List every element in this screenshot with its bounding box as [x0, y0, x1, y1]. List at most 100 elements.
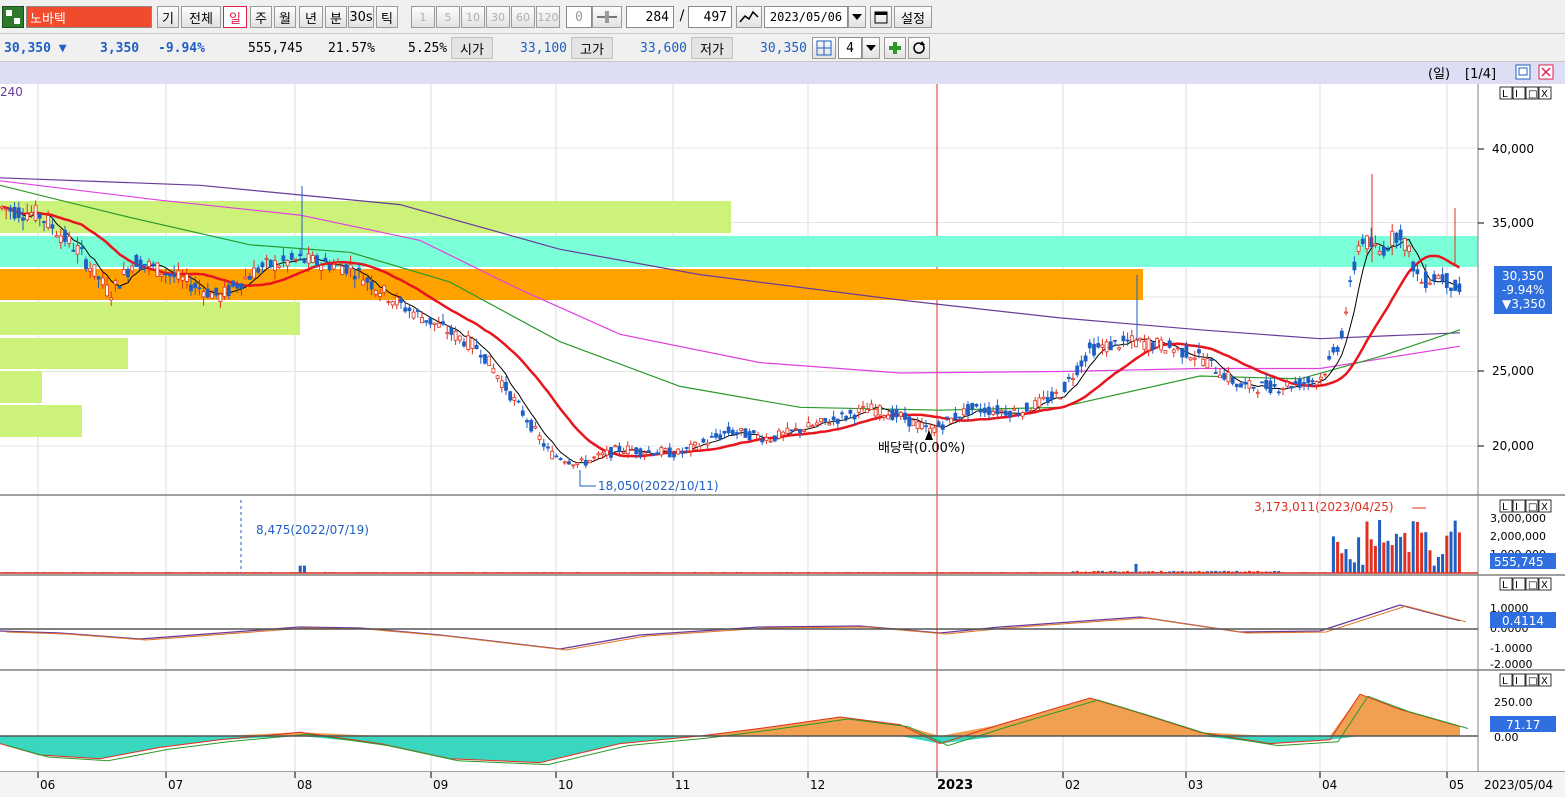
minute-button-1[interactable]: 1 — [411, 6, 435, 28]
period-label: 틱 — [381, 11, 393, 27]
volume-bar — [1457, 532, 1461, 573]
stock-chart[interactable]: (일) [1/4] 40,000 35,000 25,000 20,000 3,000,… — [0, 62, 1565, 797]
refresh-button[interactable] — [908, 37, 930, 59]
candle-body — [827, 423, 832, 426]
candle-body — [709, 435, 714, 438]
candle-body — [655, 452, 660, 455]
candle-body — [163, 273, 168, 276]
candle-body — [676, 448, 681, 455]
period-button-0[interactable]: 기 — [157, 6, 179, 28]
candle-body — [1125, 339, 1130, 342]
x-axis-end-date: 2023/05/04 — [1484, 778, 1553, 792]
candle-body — [697, 446, 702, 451]
period-button-4[interactable]: 월 — [274, 6, 296, 28]
volume-bar — [1407, 551, 1411, 573]
candle-body — [121, 269, 126, 275]
candle-body — [1201, 358, 1206, 366]
candle-body — [869, 403, 874, 410]
candle-body — [1142, 341, 1147, 350]
candle-body — [441, 321, 445, 325]
date-input[interactable]: 2023/05/06 — [764, 6, 848, 28]
volume-bar — [1436, 556, 1440, 573]
osc-tag-text: 71.17 — [1506, 718, 1540, 732]
candle-body — [273, 260, 277, 271]
price-tick-label: 25,000 — [1492, 364, 1534, 378]
close-icon[interactable] — [1538, 64, 1554, 80]
candle-body — [1344, 311, 1348, 314]
volume-tag-text: 555,745 — [1494, 555, 1544, 569]
grid-count-select[interactable]: 4 — [838, 37, 862, 59]
minute-button-5[interactable]: 5 — [436, 6, 460, 28]
candle-body — [672, 453, 676, 458]
candle-body — [193, 283, 198, 289]
candle-body — [772, 435, 777, 442]
page-total-value: 497 — [703, 9, 727, 25]
chart-type-button[interactable] — [736, 6, 762, 28]
candle-body — [382, 285, 387, 293]
candle-body — [739, 428, 744, 432]
candle-body — [315, 255, 319, 266]
minute-button-30[interactable]: 30 — [486, 6, 510, 28]
calendar-button[interactable] — [870, 6, 892, 28]
period-button-8[interactable]: 틱 — [376, 6, 398, 28]
candle-body — [1020, 412, 1025, 417]
candle-body — [911, 419, 916, 427]
grid-count-dropdown[interactable] — [862, 37, 880, 59]
candle-body — [0, 206, 4, 209]
date-dropdown-button[interactable] — [848, 6, 866, 28]
candle-body — [567, 461, 571, 465]
volume-value: 555,745 — [248, 38, 303, 58]
period-button-1[interactable]: 전체 — [181, 6, 221, 28]
minute-button-60[interactable]: 60 — [511, 6, 535, 28]
candle-body — [1272, 384, 1277, 387]
osc-tick-label: 0.00 — [1494, 731, 1519, 744]
x-axis-label: 09 — [433, 778, 448, 792]
add-indicator-button[interactable] — [884, 37, 906, 59]
macd-tag-text: 0.4114 — [1502, 614, 1544, 628]
candle-body — [651, 453, 655, 456]
grid-layout-button[interactable] — [812, 37, 836, 59]
candle-body — [1008, 410, 1012, 418]
candle-body — [42, 221, 46, 223]
turnover-text: 21.57% — [328, 40, 375, 56]
candle-body — [231, 280, 235, 287]
minute-label: 5 — [444, 10, 452, 24]
candle-body — [831, 416, 836, 421]
candle-body — [646, 450, 651, 452]
x-axis-label: 06 — [40, 778, 55, 792]
settings-button[interactable]: 설정 — [894, 6, 932, 28]
stock-name-input[interactable]: 노바텍 — [26, 6, 152, 28]
stock-type-icon[interactable] — [2, 6, 24, 28]
count-input[interactable]: 0 — [566, 6, 592, 28]
panel-control-label: I — [1515, 580, 1518, 591]
page-current-input[interactable]: 284 — [626, 6, 674, 28]
candle-body — [953, 412, 958, 421]
candle-body — [546, 446, 550, 449]
period-button-3[interactable]: 주 — [250, 6, 272, 28]
candle-body — [92, 264, 97, 277]
minute-button-120[interactable]: 120 — [536, 6, 560, 28]
period-button-7[interactable]: 30s — [348, 6, 374, 28]
period-button-2[interactable]: 일 — [223, 6, 247, 28]
page-separator: / — [679, 8, 685, 24]
period-button-5[interactable]: 년 — [299, 6, 323, 28]
candle-body — [113, 280, 118, 285]
candle-body — [730, 429, 735, 435]
page-total-input[interactable]: 497 — [688, 6, 732, 28]
volume-bar — [1386, 540, 1390, 573]
minute-button-10[interactable]: 10 — [461, 6, 485, 28]
volume-bar — [1382, 542, 1386, 573]
x-axis-label: 10 — [558, 778, 573, 792]
candle-body — [1066, 376, 1071, 380]
period-label: 년 — [305, 11, 317, 27]
candle-body — [134, 255, 139, 267]
candle-body — [411, 311, 416, 319]
volume-bar — [1445, 535, 1449, 573]
panel-control-label: L — [1502, 502, 1508, 513]
candle-body — [33, 204, 38, 221]
candle-body — [1087, 342, 1092, 349]
period-button-6[interactable]: 분 — [325, 6, 347, 28]
count-spin-button[interactable] — [592, 6, 622, 28]
window-restore-icon[interactable] — [1515, 64, 1531, 80]
candle-body — [873, 408, 878, 417]
